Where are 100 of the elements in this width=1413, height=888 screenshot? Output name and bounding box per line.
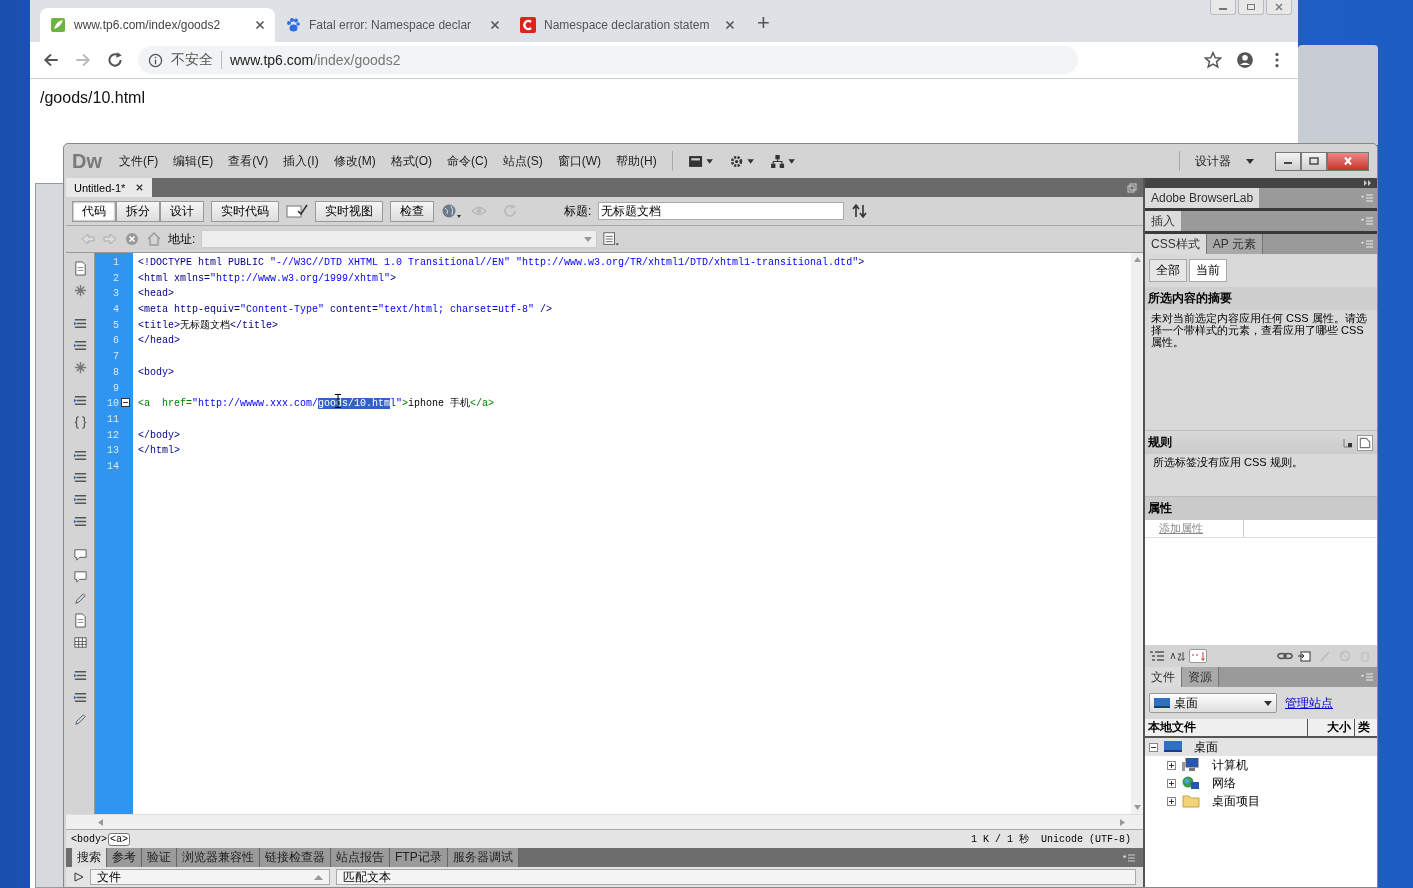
minimize-button[interactable] <box>1210 0 1236 15</box>
comment-icon[interactable] <box>72 547 88 562</box>
workspace-switcher[interactable]: 设计器 <box>1195 152 1231 170</box>
menu-item[interactable]: 命令(C) <box>447 152 488 170</box>
menu-item[interactable]: 帮助(H) <box>616 152 657 170</box>
page-icon[interactable] <box>72 613 88 628</box>
scrollbar[interactable] <box>66 814 1143 829</box>
panel-tab[interactable]: CSS样式 <box>1145 234 1207 254</box>
close-button[interactable] <box>1327 151 1369 171</box>
scroll-right-icon[interactable] <box>1120 818 1125 826</box>
menu-item[interactable]: 站点(S) <box>502 152 543 170</box>
mode-button[interactable]: 全部 <box>1149 259 1187 282</box>
browser-tab[interactable]: www.tp6.com/index/goods2 <box>40 8 275 42</box>
set-properties-icon[interactable] <box>1189 649 1207 663</box>
mode-button[interactable]: 当前 <box>1189 259 1227 282</box>
sort-icon[interactable] <box>1169 650 1185 662</box>
document-icon[interactable] <box>1357 434 1373 451</box>
menu-item[interactable]: 修改(M) <box>333 152 376 170</box>
scroll-up-icon[interactable] <box>1133 257 1141 262</box>
restore-icon[interactable] <box>1127 183 1137 193</box>
panel-header[interactable]: Adobe BrowserLab <box>1145 188 1377 211</box>
column-header[interactable]: 大小 <box>1308 719 1355 736</box>
menu-item[interactable]: 文件(F) <box>119 152 159 170</box>
tag-selector-item[interactable]: <a> <box>108 832 131 846</box>
tree-item[interactable]: 网络 <box>1212 774 1236 792</box>
results-tab[interactable]: 搜索 <box>72 848 107 867</box>
tree-item[interactable]: 桌面 <box>1194 738 1218 756</box>
browser-tab[interactable]: Namespace declaration statem <box>510 8 745 42</box>
minimize-button[interactable] <box>1275 151 1301 171</box>
checklist-icon[interactable] <box>286 203 308 219</box>
results-tab[interactable]: 链接检查器 <box>260 848 331 867</box>
title-field[interactable]: 无标题文档 <box>598 202 845 220</box>
options-icon[interactable] <box>603 231 620 247</box>
panel-tab[interactable]: 资源 <box>1182 667 1219 687</box>
collapse-panels-icon[interactable] <box>1363 180 1373 186</box>
expand-icon[interactable] <box>1167 778 1176 788</box>
maximize-button[interactable] <box>1238 0 1264 15</box>
inspect-button[interactable]: 检查 <box>390 200 434 222</box>
dropdown-arrow-icon[interactable] <box>1246 158 1254 164</box>
site-dropdown[interactable]: 桌面 <box>1149 693 1277 713</box>
account-icon[interactable] <box>1236 51 1254 69</box>
reload-icon[interactable] <box>106 51 124 69</box>
tree-item[interactable]: 计算机 <box>1212 756 1248 774</box>
menu-item[interactable]: 查看(V) <box>228 152 269 170</box>
browser-tab[interactable]: Fatal error: Namespace declar <box>275 8 510 42</box>
expand-icon[interactable] <box>1167 760 1176 770</box>
menu-item[interactable]: 格式(O) <box>390 152 432 170</box>
results-tab[interactable]: 浏览器兼容性 <box>177 848 260 867</box>
globe-icon[interactable] <box>441 203 463 219</box>
document-icon[interactable] <box>72 261 88 276</box>
menu-item[interactable]: 窗口(W) <box>557 152 601 170</box>
category-view-icon[interactable] <box>1149 650 1165 662</box>
column-header[interactable]: 本地文件 <box>1145 719 1308 736</box>
address-field[interactable]: 不安全 www.tp6.com/index/goods2 <box>138 46 1078 74</box>
column-header[interactable]: 匹配文本 <box>336 869 1136 885</box>
column-header[interactable]: 类 <box>1355 719 1377 736</box>
link-icon[interactable] <box>1277 650 1293 662</box>
view-button[interactable]: 拆分 <box>116 200 160 222</box>
close-button[interactable] <box>1266 0 1292 15</box>
panel-header[interactable]: 插入 <box>1145 211 1377 234</box>
collapse-icon[interactable] <box>121 398 130 408</box>
panel-menu-icon[interactable] <box>1123 854 1135 862</box>
close-icon[interactable] <box>255 20 265 30</box>
asterisk-icon[interactable] <box>72 283 88 298</box>
panel-tab[interactable]: AP 元素 <box>1206 234 1263 254</box>
stop-icon[interactable] <box>124 231 140 247</box>
sitemap-icon[interactable] <box>769 154 796 168</box>
collapse-icon[interactable] <box>1149 742 1158 752</box>
maximize-button[interactable] <box>1301 151 1327 171</box>
new-tab-button[interactable]: + <box>757 10 770 36</box>
live-view-button[interactable]: 实时视图 <box>315 200 383 222</box>
column-header[interactable]: 文件 <box>90 869 330 885</box>
results-tab[interactable]: 验证 <box>142 848 177 867</box>
results-tab[interactable]: 服务器调试 <box>447 848 519 867</box>
panel-tab[interactable]: 文件 <box>1145 667 1182 687</box>
view-button[interactable]: 设计 <box>160 200 204 222</box>
close-icon[interactable] <box>725 20 735 30</box>
menu-item[interactable]: 编辑(E) <box>173 152 214 170</box>
results-tab[interactable]: 参考 <box>107 848 142 867</box>
scrollbar[interactable] <box>1131 253 1143 814</box>
scroll-down-icon[interactable] <box>1133 805 1141 810</box>
expand-icon[interactable] <box>1167 796 1176 806</box>
braces-icon[interactable] <box>72 415 88 430</box>
manage-sites-link[interactable]: 管理站点 <box>1285 694 1333 712</box>
layout-icon[interactable] <box>687 154 714 168</box>
scroll-left-icon[interactable] <box>98 818 103 826</box>
back-icon[interactable] <box>42 51 60 69</box>
play-icon[interactable] <box>74 872 84 882</box>
close-icon[interactable] <box>135 183 145 192</box>
menu-item[interactable]: 插入(I) <box>283 152 319 170</box>
comment-icon[interactable] <box>72 569 88 584</box>
results-tab[interactable]: FTP记录 <box>390 848 448 867</box>
live-code-button[interactable]: 实时代码 <box>211 200 279 222</box>
document-tab[interactable]: Untitled-1* <box>66 178 153 197</box>
cascade-icon[interactable] <box>1342 436 1354 449</box>
table-icon[interactable] <box>72 635 88 650</box>
address-field[interactable] <box>201 230 598 248</box>
tag-selector-item[interactable]: <body> <box>70 833 108 845</box>
close-icon[interactable] <box>490 20 500 30</box>
gear-icon[interactable] <box>728 154 755 168</box>
